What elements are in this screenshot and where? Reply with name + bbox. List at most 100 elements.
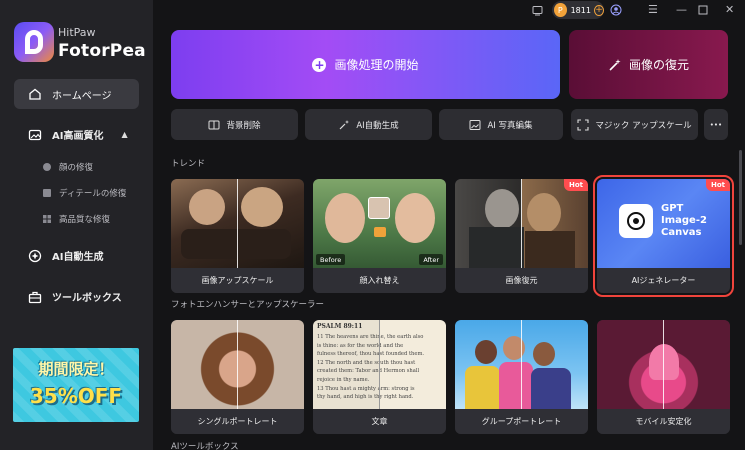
hq-icon — [43, 215, 51, 223]
ai-generate-label: AI自動生成 — [356, 120, 399, 131]
sidebar-item-label: ホームページ — [52, 90, 112, 102]
face-swap-preview-image: Before After — [313, 179, 446, 268]
ai-gen-text2: Image-2 — [661, 215, 707, 226]
start-processing-label: 画像処理の開始 — [334, 58, 419, 72]
doc-line: 13 Thou hast a mighty arm: strong is — [317, 385, 415, 392]
card-caption: シングルポートレート — [171, 409, 304, 434]
sidebar-item-label: AI自動生成 — [52, 252, 104, 263]
plus-circle-icon: + — [312, 57, 327, 72]
doc-line: created them: Tabor and Hermon shall — [317, 368, 420, 375]
compare-divider — [521, 320, 522, 409]
magic-wand-icon — [609, 58, 621, 71]
bg-remove-button[interactable]: 背景削除 — [171, 109, 298, 140]
sidebar-item-label: ツールボックス — [52, 293, 122, 304]
sidebar-subitem-hq-restore[interactable]: 高品質な修復 — [42, 213, 110, 225]
doc-line: rejoice in thy name. — [317, 376, 370, 383]
trend-card-face-swap[interactable]: Before After 顔入れ替え — [313, 179, 446, 293]
doc-line: 12 The north and the south thou hast — [317, 359, 416, 366]
image-enhance-icon — [28, 129, 42, 140]
doc-line: 11 The heavens are thine, the earth also — [317, 334, 424, 340]
photo-edit-icon — [469, 119, 481, 130]
section-title-enhancer: フォトエンハンサーとアップスケーラー — [171, 300, 325, 310]
compare-divider — [237, 179, 238, 268]
trend-card-upscale[interactable]: 画像アップスケール — [171, 179, 304, 293]
bg-remove-icon — [208, 120, 220, 129]
minimize-icon[interactable]: — — [676, 3, 687, 16]
doc-line: fulness thereof, thou hast founded them. — [317, 351, 425, 358]
home-icon — [29, 88, 41, 100]
credits-count: 1811 — [570, 5, 591, 15]
close-icon[interactable]: ✕ — [725, 3, 734, 16]
magic-upscale-label: マジック アップスケール — [595, 120, 692, 131]
upscale-icon — [577, 118, 589, 131]
more-tools-button[interactable]: ••• — [704, 109, 728, 140]
sidebar-subitem-label: ディテールの修復 — [59, 189, 127, 199]
sidebar-item-ai-enhance[interactable]: AI高画質化 ▲ — [28, 127, 128, 142]
magic-upscale-button[interactable]: マジック アップスケール — [571, 109, 698, 140]
card-caption: 画像復元 — [455, 268, 588, 293]
sidebar-item-label: AI高画質化 — [52, 131, 104, 142]
promo-line2: 35%OFF — [29, 384, 123, 408]
caret-up-icon: ▲ — [121, 130, 128, 139]
ai-generator-preview-image: GPT Image-2 Canvas — [597, 179, 730, 268]
sidebar-item-home[interactable]: ホームページ — [14, 79, 139, 109]
ai-generate-icon — [28, 249, 42, 262]
promo-banner[interactable]: 期間限定！ 35%OFF — [13, 348, 139, 422]
enhancer-card-mobile-stabilize[interactable]: モバイル安定化 — [597, 320, 730, 434]
enhancer-card-document[interactable]: PSALM 89:11 11 The heavens are thine, th… — [313, 320, 446, 434]
trend-card-ai-generator[interactable]: GPT Image-2 Canvas Hot AIジェネレーター — [593, 175, 734, 297]
section-title-trend: トレンド — [171, 159, 206, 169]
doc-line: thy hand, and high is thy right hand. — [317, 394, 414, 401]
detail-icon — [43, 189, 51, 197]
image-restore-button[interactable]: 画像の復元 — [569, 30, 728, 99]
bg-remove-label: 背景削除 — [226, 120, 261, 131]
sidebar: HitPaw FotorPea ホームページ AI高画質化 ▲ 顔の修復 ディテ… — [0, 0, 153, 450]
doc-line: is thine: as for the world and the — [317, 342, 404, 349]
compare-divider — [663, 320, 664, 409]
credits-badge[interactable]: P 1811 + — [552, 1, 604, 19]
start-processing-button[interactable]: + 画像処理の開始 — [171, 30, 560, 99]
compare-divider — [237, 320, 238, 409]
menu-icon[interactable]: ☰ — [648, 3, 658, 16]
ai-gen-text3: Canvas — [661, 227, 702, 238]
sidebar-subitem-label: 高品質な修復 — [59, 215, 111, 225]
screen-icon[interactable] — [532, 5, 543, 16]
ai-gen-text1: GPT — [661, 203, 684, 214]
card-caption: 顔入れ替え — [313, 268, 446, 293]
sidebar-subitem-detail-restore[interactable]: ディテールの修復 — [42, 187, 126, 199]
doc-header: PSALM 89:11 — [317, 323, 363, 330]
more-icon: ••• — [709, 120, 723, 129]
image-restore-label: 画像の復元 — [628, 58, 689, 72]
openai-logo-icon — [627, 212, 645, 230]
card-caption: AIジェネレーター — [597, 268, 730, 293]
sidebar-item-toolbox[interactable]: ツールボックス — [28, 289, 122, 304]
sidebar-item-ai-generate[interactable]: AI自動生成 — [28, 248, 103, 263]
enhancer-card-group-portrait[interactable]: グループポートレート — [455, 320, 588, 434]
face-icon — [43, 163, 51, 171]
hot-badge: Hot — [563, 179, 588, 191]
brand-small: HitPaw — [58, 26, 96, 39]
maximize-icon[interactable] — [698, 5, 708, 15]
trend-card-restore[interactable]: Hot 画像復元 — [455, 179, 588, 293]
toolbox-icon — [28, 291, 42, 303]
add-credits-icon[interactable]: + — [593, 4, 604, 16]
card-caption: 画像アップスケール — [171, 268, 304, 293]
ai-sparkle-icon — [339, 119, 350, 129]
compare-divider — [379, 320, 380, 409]
ai-generate-button[interactable]: AI自動生成 — [305, 109, 432, 140]
card-caption: モバイル安定化 — [597, 409, 730, 434]
section-title-ai-toolbox: AIツールボックス — [171, 442, 239, 450]
ai-photo-edit-label: AI 写真編集 — [487, 120, 533, 131]
account-icon[interactable] — [610, 4, 622, 16]
ai-photo-edit-button[interactable]: AI 写真編集 — [439, 109, 563, 140]
app-logo-icon — [14, 22, 54, 62]
brand-large: FotorPea — [58, 41, 146, 61]
sidebar-subitem-label: 顔の修復 — [59, 163, 94, 173]
scrollbar[interactable] — [739, 150, 742, 245]
compare-divider — [521, 179, 522, 268]
before-label: Before — [316, 254, 346, 265]
promo-line1: 期間限定！ — [38, 360, 114, 378]
sidebar-subitem-face-restore[interactable]: 顔の修復 — [42, 161, 93, 173]
coin-icon: P — [554, 3, 567, 17]
enhancer-card-single-portrait[interactable]: シングルポートレート — [171, 320, 304, 434]
